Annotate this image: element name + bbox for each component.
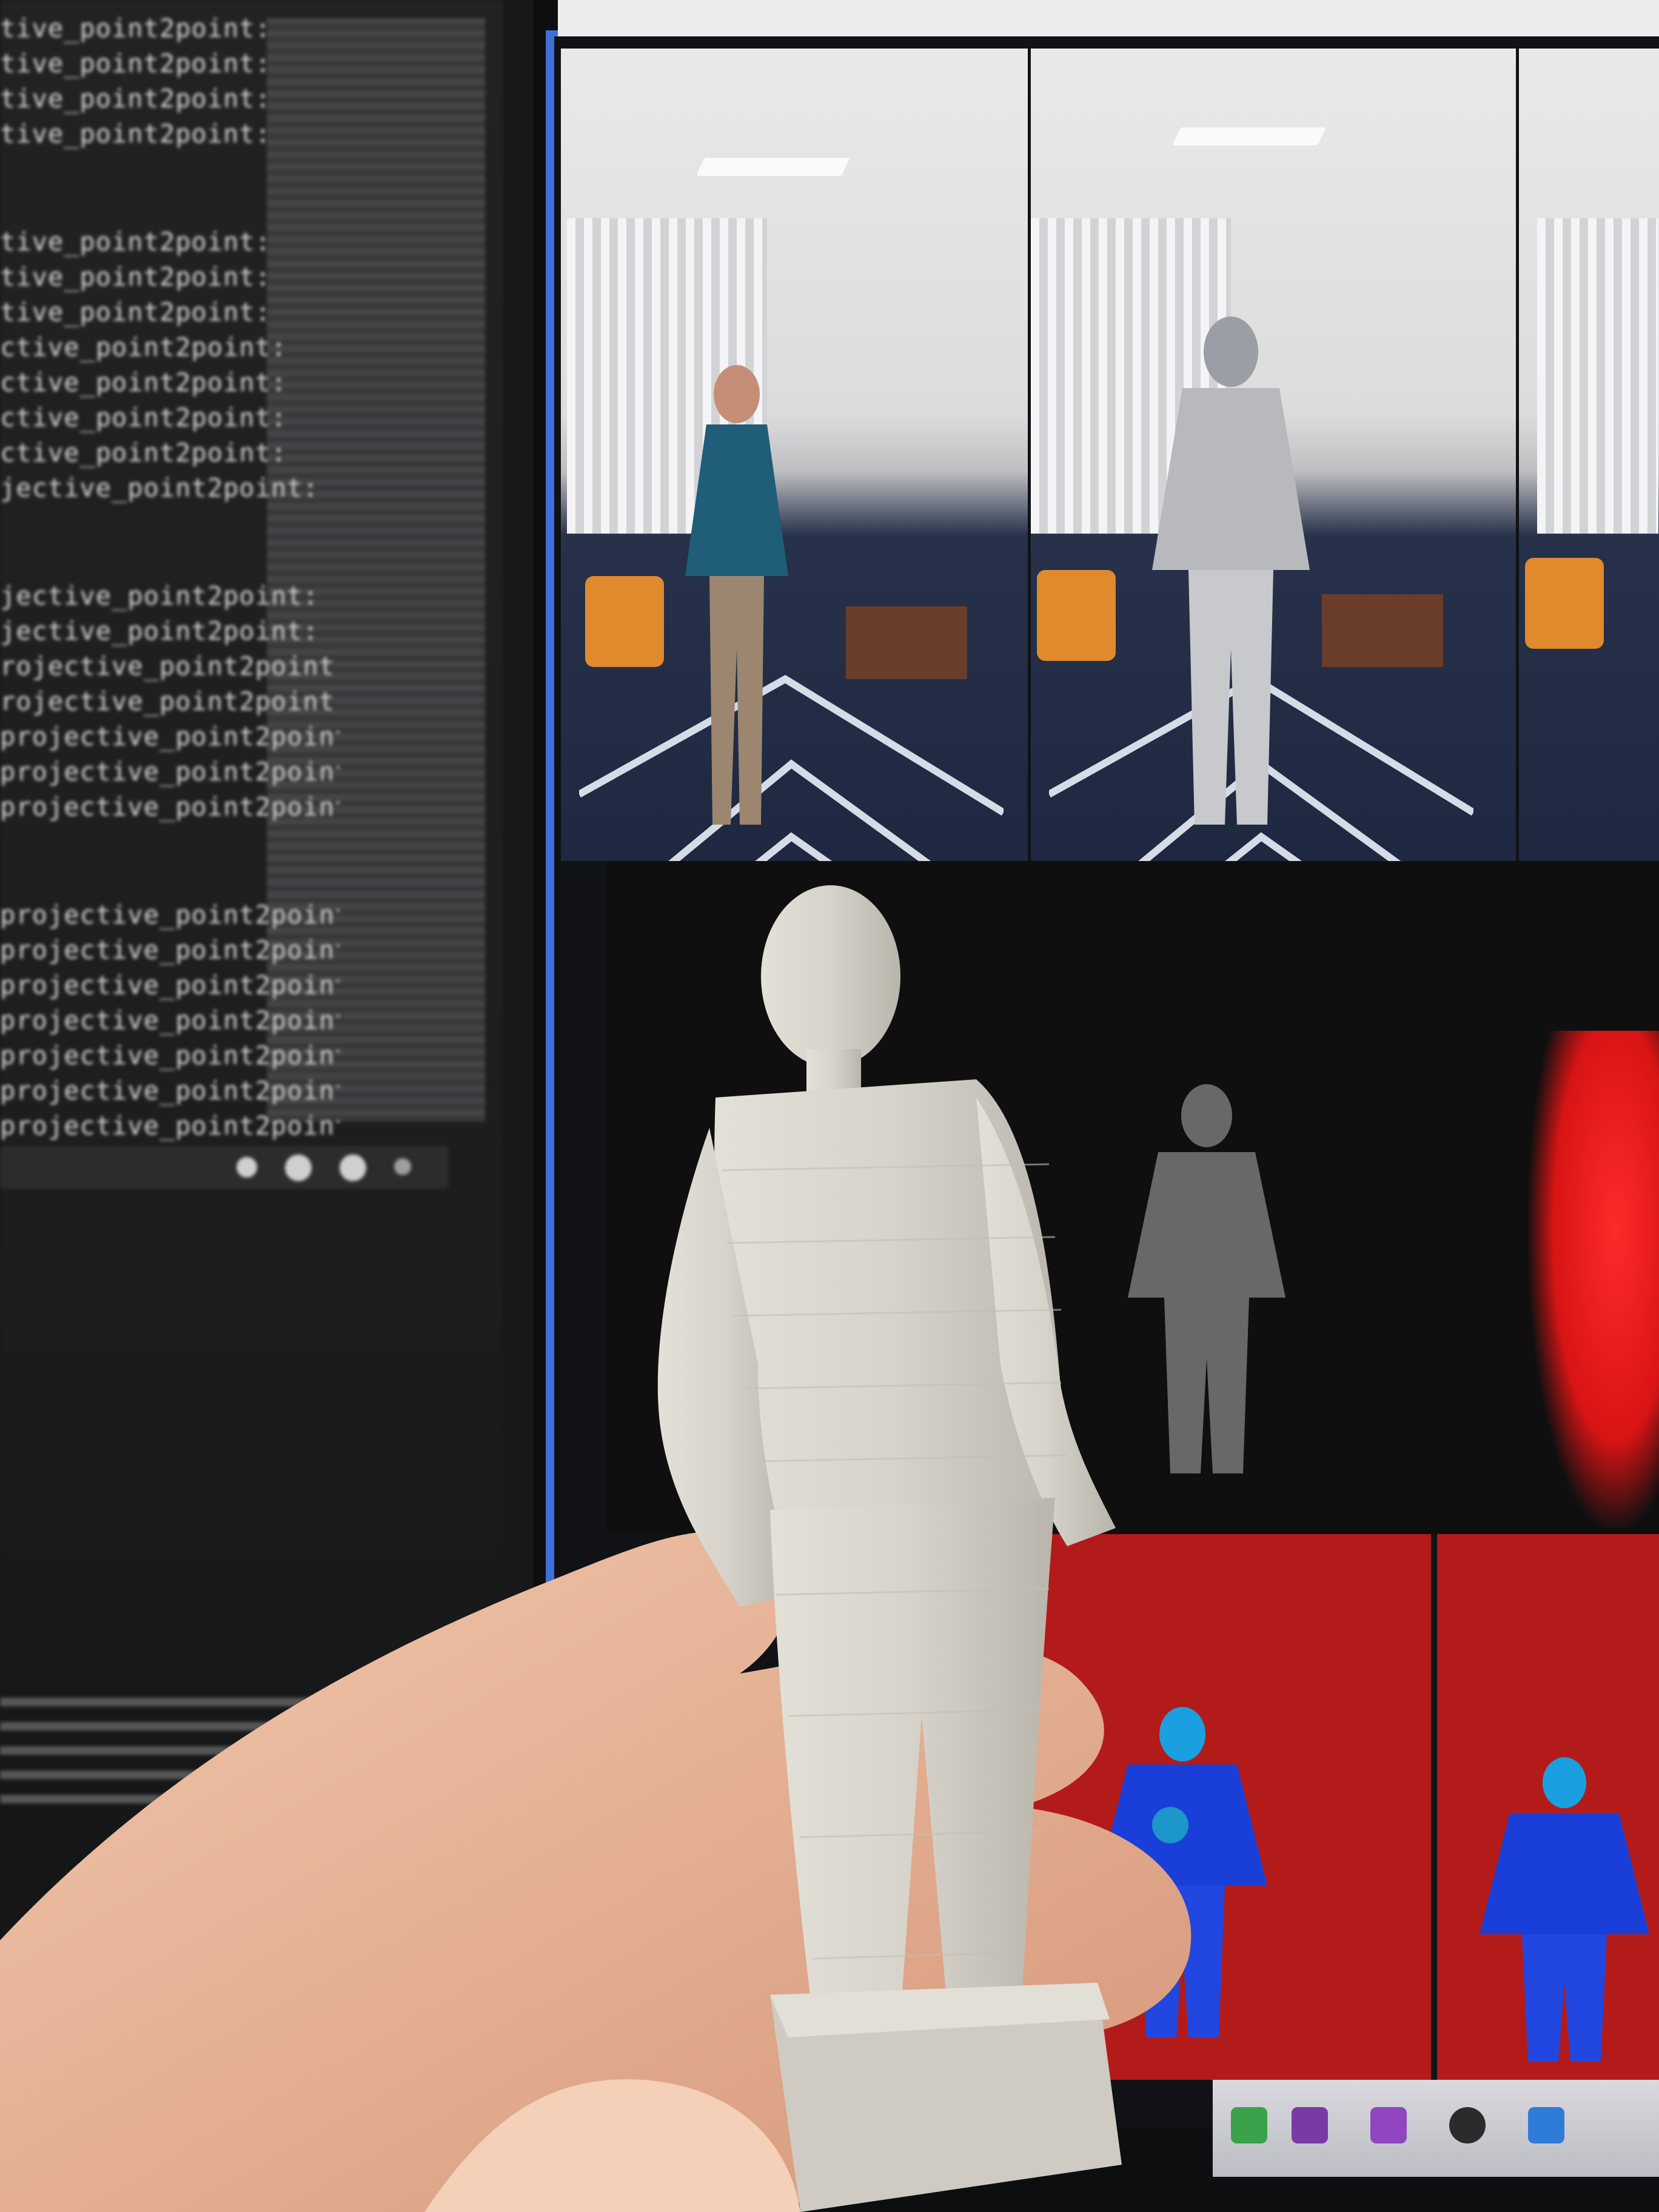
terminal-line: projective_point2point: <box>0 970 340 1000</box>
circle-icon <box>236 1157 257 1178</box>
heatmap-panel-right <box>1437 1534 1659 2080</box>
circle-icon <box>340 1155 366 1181</box>
terminal-line: projective_point2point: <box>0 1111 340 1141</box>
app-icon-globe[interactable] <box>1449 2107 1486 2143</box>
photo-scene: tive_point2point: tive_point2point: tive… <box>0 0 1659 2212</box>
taskbar <box>1213 2080 1659 2177</box>
person-photo <box>685 365 788 825</box>
camera-view-rgb <box>561 49 1028 861</box>
terminal-line: projective_point2point: <box>0 722 340 751</box>
heatmap-figure <box>1480 1757 1649 2062</box>
terminal-line: projective_point2point: <box>0 757 340 786</box>
terminal-line: projective_point2point: <box>0 1041 340 1070</box>
terminal-line: tive_point2point: <box>0 13 271 43</box>
terminal-line: ctive_point2point: <box>0 332 287 362</box>
terminal-line: jective_point2point: <box>0 473 319 503</box>
terminal-line: projective_point2point: <box>0 792 340 822</box>
circle-icon <box>285 1155 312 1181</box>
terminal-line: ctive_point2point: <box>0 438 287 468</box>
terminal-line: rojective_point2point: <box>0 651 340 681</box>
reconstructed-mesh <box>1152 317 1310 825</box>
terminal-line: projective_point2point: <box>0 900 340 930</box>
terminal-output: tive_point2point: tive_point2point: tive… <box>0 11 340 1144</box>
terminal-line: tive_point2point: <box>0 119 271 149</box>
terminal-line: tive_point2point: <box>0 227 271 256</box>
terminal-line: tive_point2point: <box>0 297 271 327</box>
figurine-base <box>770 1983 1122 2212</box>
terminal-line: projective_point2point: <box>0 935 340 965</box>
app-icon-purple-2[interactable] <box>1370 2107 1407 2143</box>
terminal-line: ctive_point2point: <box>0 367 287 397</box>
app-icon-green[interactable] <box>1231 2107 1267 2143</box>
app-icon-purple[interactable] <box>1292 2107 1328 2143</box>
terminal-line: jective_point2point: <box>0 581 319 611</box>
camera-view-reconstruction <box>1031 49 1516 861</box>
circle-icon <box>394 1158 411 1175</box>
terminal-line: tive_point2point: <box>0 84 271 113</box>
terminal-line: rojective_point2point: <box>0 686 340 716</box>
terminal-line: jective_point2point: <box>0 616 319 646</box>
terminal-line: projective_point2point: <box>0 1076 340 1105</box>
terminal-scrollbar[interactable] <box>0 1146 449 1188</box>
terminal-line: ctive_point2point: <box>0 403 287 432</box>
window-titlebar <box>558 0 1659 36</box>
terminal-line: projective_point2point: <box>0 1005 340 1035</box>
terminal-line: tive_point2point: <box>0 262 271 292</box>
app-icon-blue[interactable] <box>1528 2107 1564 2143</box>
camera-view-third <box>1519 49 1659 861</box>
segmentation-red <box>1528 1031 1659 1528</box>
terminal-line: tive_point2point: <box>0 49 271 78</box>
